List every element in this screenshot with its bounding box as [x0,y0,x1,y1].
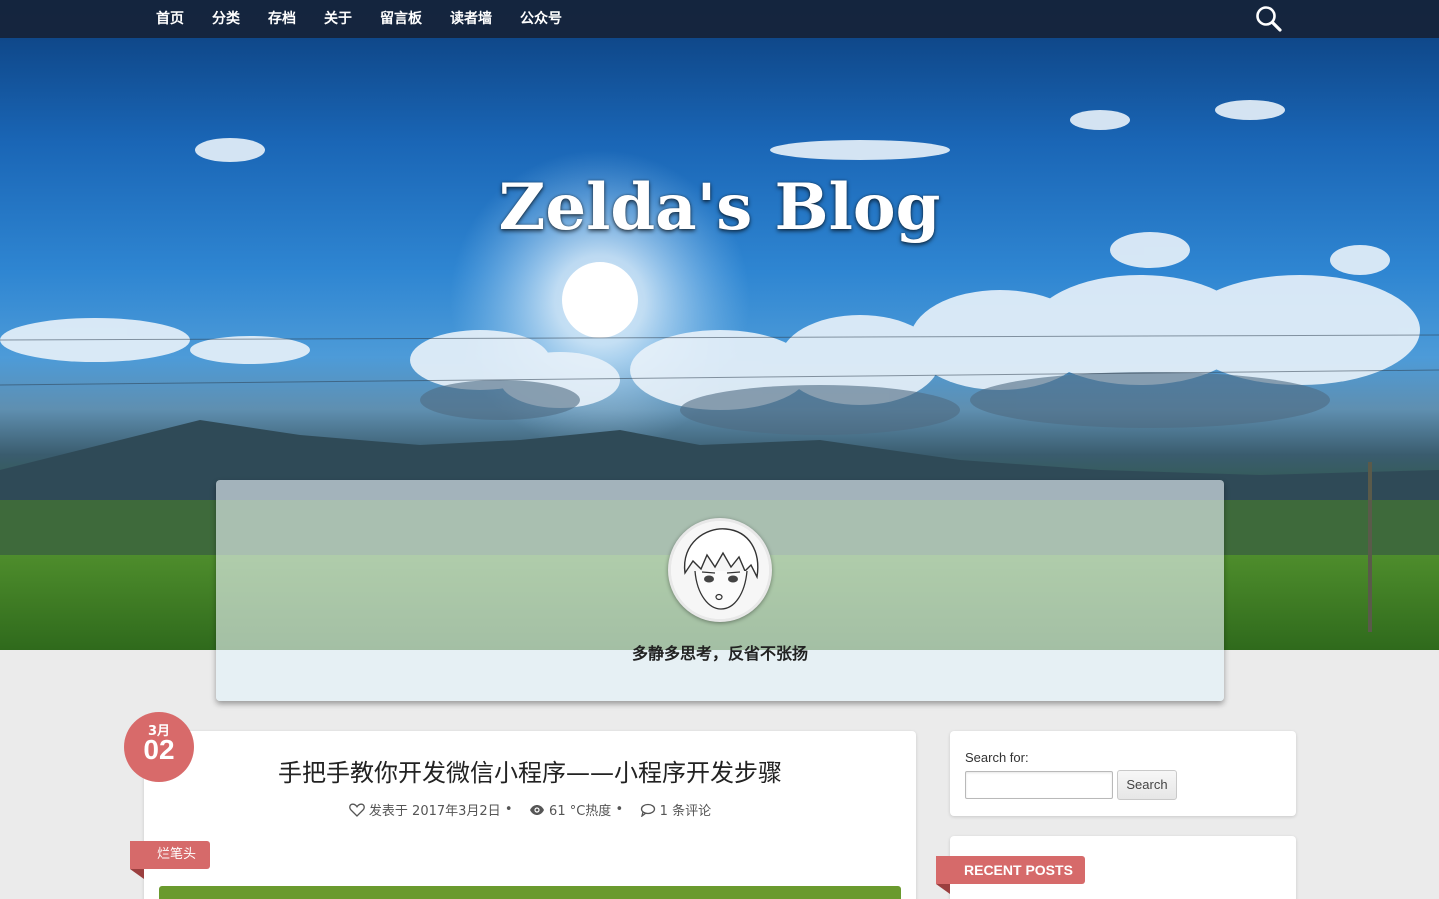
post-views-text: 61 °C热度 [549,804,612,819]
search-input[interactable] [965,771,1113,799]
search-label: Search for: [965,750,1029,765]
post-featured-image[interactable] [159,886,901,899]
main-menu: 首页 分类 存档 关于 留言板 读者墙 公众号 [146,0,580,38]
post-date-text: 发表于 2017年3月2日 [368,804,501,819]
recent-posts-title: RECENT POSTS [936,856,1085,884]
heart-icon[interactable] [349,803,365,817]
meta-separator: • [615,802,636,817]
post-comments-link[interactable]: 1 条评论 [660,804,711,819]
nav-item-about[interactable]: 关于 [314,0,362,38]
ribbon-fold [936,884,950,894]
post-date-badge: 3月 02 [124,712,194,782]
post-date-day: 02 [143,734,175,765]
ribbon-fold [130,869,144,879]
avatar-illustration [671,521,769,619]
search-icon[interactable] [1254,4,1284,34]
site-motto: 多静多思考，反省不张扬 [631,644,808,663]
profile-card: 多静多思考，反省不张扬 [216,480,1224,701]
nav-item-home[interactable]: 首页 [146,0,194,38]
post-category-tag[interactable]: 烂笔头 [130,841,211,869]
post-title[interactable]: 手把手教你开发微信小程序——小程序开发步骤 [144,753,916,788]
search-button[interactable]: Search [1117,770,1177,800]
post-meta: 发表于 2017年3月2日 • 61 °C热度 • 1 条评论 [144,800,916,819]
meta-separator: • [504,802,525,817]
site-title[interactable]: Zelda's Blog [0,170,1439,245]
top-navigation-bar: 首页 分类 存档 关于 留言板 读者墙 公众号 [0,0,1439,38]
comment-icon[interactable] [640,803,656,818]
post-card: 手把手教你开发微信小程序——小程序开发步骤 发表于 2017年3月2日 • 61… [144,731,916,899]
nav-item-official-account[interactable]: 公众号 [510,0,572,38]
nav-item-archive[interactable]: 存档 [258,0,306,38]
search-widget: Search for: Search [950,731,1296,816]
nav-item-readers-wall[interactable]: 读者墙 [440,0,502,38]
eye-icon [529,803,545,817]
nav-item-guestbook[interactable]: 留言板 [370,0,432,38]
nav-item-categories[interactable]: 分类 [202,0,250,38]
avatar [668,518,772,622]
